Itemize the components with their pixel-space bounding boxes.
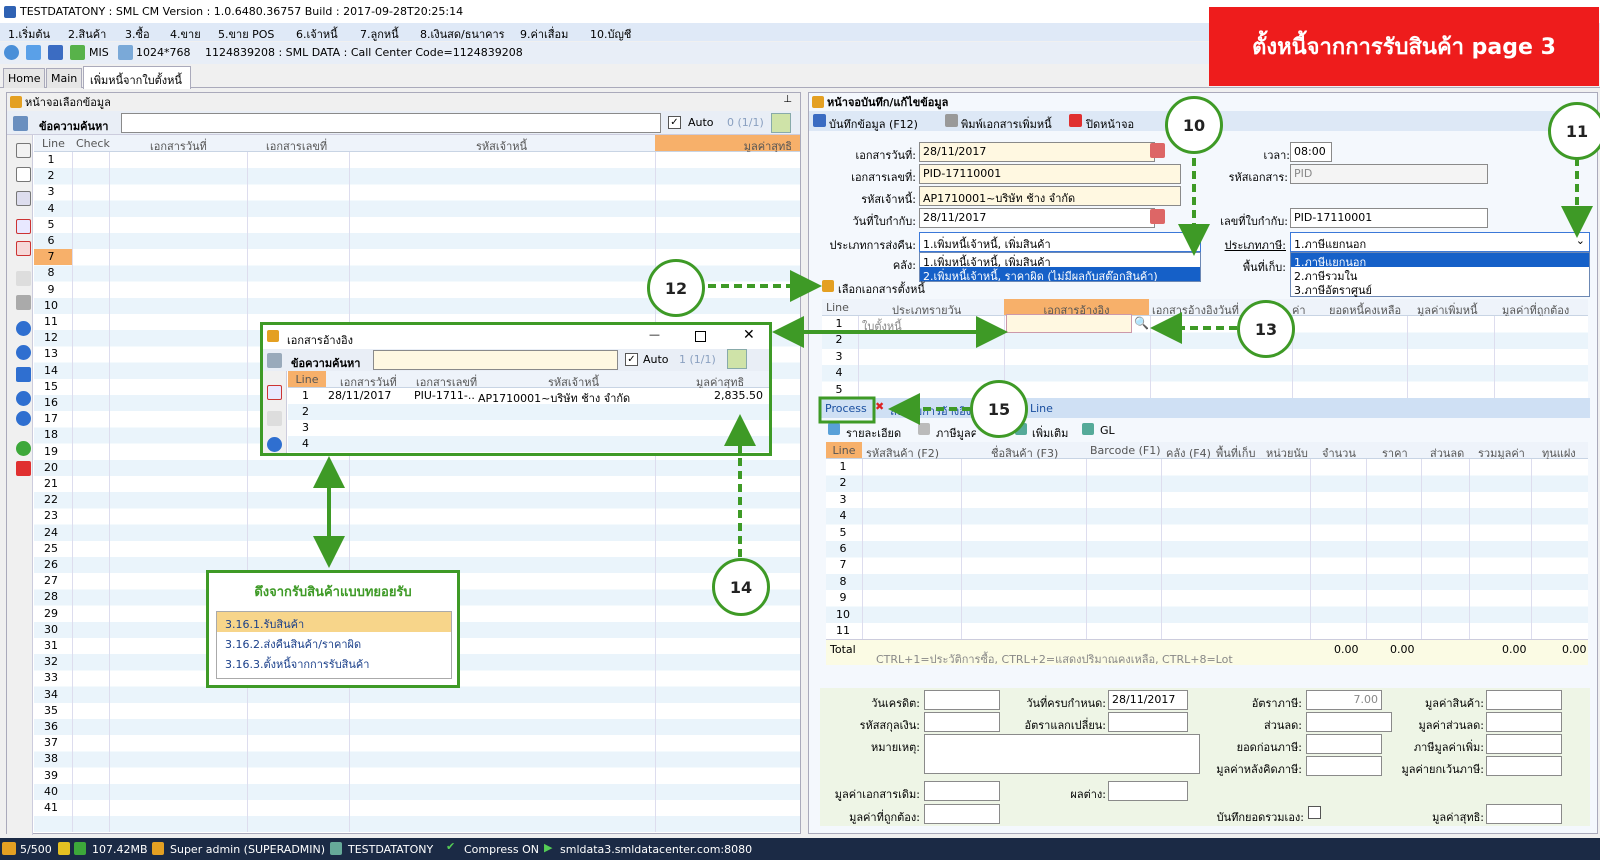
status-users: 5/500: [20, 843, 52, 856]
memory-icon: [74, 842, 86, 855]
status-user: Super admin (SUPERADMIN): [170, 843, 326, 856]
callout-circle-12: 12: [647, 259, 705, 317]
db-icon: [330, 842, 342, 855]
key-icon: [58, 842, 70, 855]
status-db: TESTDATATONY: [348, 843, 434, 856]
user-icon: [152, 842, 164, 855]
status-bar: 5/500 107.42MB Super admin (SUPERADMIN) …: [0, 838, 1600, 860]
status-server: smldata3.smldatacenter.com:8080: [560, 843, 753, 856]
play-icon: ▶: [544, 841, 553, 854]
callout-circle-13: 13: [1237, 300, 1295, 358]
status-memory: 107.42MB: [92, 843, 148, 856]
callout-circle-10: 10: [1165, 96, 1223, 154]
callout-circle-11: 11: [1548, 102, 1600, 160]
check-icon: ✔: [446, 840, 456, 853]
status-compress: Compress ON: [464, 843, 540, 856]
callout-circle-14: 14: [712, 558, 770, 616]
callout-circle-15: 15: [970, 380, 1028, 438]
users-icon: [2, 842, 16, 855]
annotation-arrows: [313, 158, 1593, 568]
